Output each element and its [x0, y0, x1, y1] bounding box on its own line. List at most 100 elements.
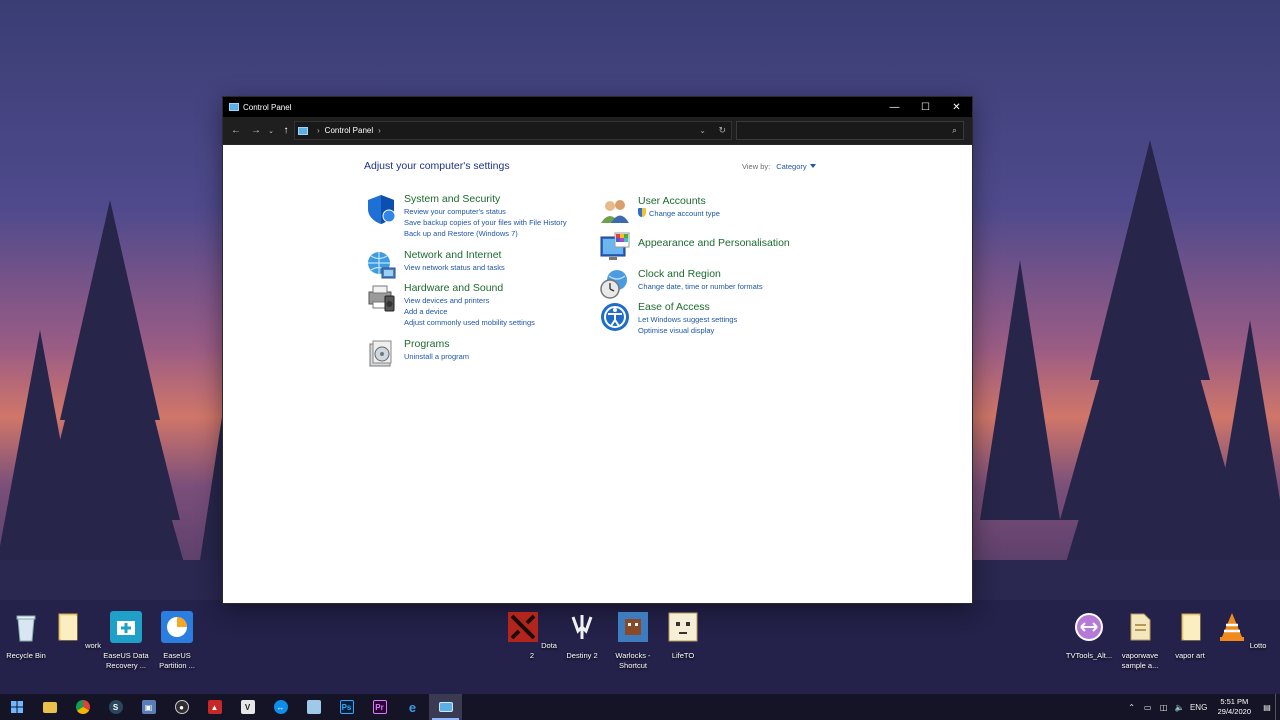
taskbar-edge[interactable]: e — [396, 694, 429, 720]
battery-icon[interactable]: ▭ — [1140, 703, 1156, 712]
easeus-recovery-icon — [110, 611, 142, 643]
link-uninstall-program[interactable]: Uninstall a program — [404, 351, 469, 362]
windows-logo-icon — [10, 701, 23, 713]
link-file-history[interactable]: Save backup copies of your files with Fi… — [404, 217, 567, 228]
desktop-icon-vapor-art[interactable]: vapor art — [1164, 611, 1216, 661]
search-input[interactable] — [737, 122, 937, 139]
desktop-icon-tvtools[interactable]: TVTools_Alt... — [1063, 611, 1115, 661]
caret-down-icon[interactable] — [809, 164, 816, 168]
desktop-icon-work[interactable]: work — [50, 611, 102, 651]
taskbar-photoshop[interactable]: Ps — [330, 694, 363, 720]
taskbar-premiere[interactable]: Pr — [363, 694, 396, 720]
desktop-icon-label: EaseUS Data Recovery ... — [103, 651, 149, 670]
desktop-icon-label: Dota 2 — [529, 641, 557, 660]
chevron-right-icon[interactable]: › — [317, 126, 320, 135]
language-indicator[interactable]: ENG — [1188, 703, 1210, 712]
category-title[interactable]: Ease of Access — [638, 301, 737, 314]
link-devices-printers[interactable]: View devices and printers — [404, 295, 535, 306]
taskbar-vm-app[interactable]: V — [231, 694, 264, 720]
clock-time: 5:51 PM — [1220, 697, 1249, 706]
desktop-icon-label: Destiny 2 — [566, 651, 598, 660]
monitor-palette-icon[interactable] — [599, 231, 631, 263]
up-arrow-icon[interactable]: ↑ — [276, 121, 296, 141]
link-suggest-settings[interactable]: Let Windows suggest settings — [638, 314, 737, 325]
desktop-icon-dota2[interactable]: Dota 2 — [506, 611, 558, 661]
desktop-icon-lifeto[interactable]: LifeTO — [657, 611, 709, 661]
category-title[interactable]: Network and Internet — [404, 249, 505, 262]
desktop-icon-lotto[interactable]: Lotto — [1215, 611, 1267, 651]
category-title[interactable]: Programs — [404, 338, 469, 351]
taskbar-obs[interactable]: ● — [165, 694, 198, 720]
taskbar-notes-app[interactable] — [297, 694, 330, 720]
forward-arrow-icon[interactable]: → — [246, 121, 266, 141]
chevron-right-icon[interactable]: › — [378, 126, 381, 135]
back-arrow-icon[interactable]: ← — [226, 121, 246, 141]
link-network-status[interactable]: View network status and tasks — [404, 262, 505, 273]
taskbar-steam[interactable]: S — [99, 694, 132, 720]
breadcrumb[interactable]: › Control Panel › ⌄ ↻ — [294, 121, 732, 140]
category-title[interactable]: Clock and Region — [638, 268, 763, 281]
desktop-icon-easeus-partition[interactable]: EaseUS Partition ... — [151, 611, 203, 671]
desktop-icon-vaporwave-sample[interactable]: vaporwave sample a... — [1114, 611, 1166, 671]
tvtools-icon — [1075, 613, 1103, 641]
maximize-button[interactable]: ☐ — [910, 97, 941, 117]
start-button[interactable] — [0, 694, 33, 720]
clock[interactable]: 5:51 PM 29/4/2020 — [1218, 697, 1251, 717]
folder-icon — [1181, 613, 1201, 641]
virtualbox-icon: ▣ — [141, 700, 156, 714]
taskbar-virtualbox[interactable]: ▣ — [132, 694, 165, 720]
category-title[interactable]: System and Security — [404, 193, 567, 206]
link-change-account-type[interactable]: Change account type — [638, 208, 720, 219]
network-icon[interactable]: ◫ — [1156, 703, 1172, 712]
recent-locations-chevron-icon[interactable]: ⌄ — [266, 121, 276, 141]
close-button[interactable]: ✕ — [941, 97, 972, 117]
desktop-icon-warlocks[interactable]: Warlocks - Shortcut — [607, 611, 659, 671]
shield-icon[interactable] — [365, 193, 397, 225]
minimize-button[interactable]: — — [879, 97, 910, 117]
view-by-dropdown[interactable]: Category — [776, 162, 806, 171]
desktop-icon-easeus-data-recovery[interactable]: EaseUS Data Recovery ... — [100, 611, 152, 671]
taskbar-chrome[interactable] — [66, 694, 99, 720]
link-review-status[interactable]: Review your computer's status — [404, 206, 567, 217]
category-title[interactable]: User Accounts — [638, 195, 720, 208]
taskbar-file-explorer[interactable] — [33, 694, 66, 720]
system-tray: ⌃ ▭ ◫ 🔈 ENG 5:51 PM 29/4/2020 ▤ — [1124, 694, 1280, 720]
search-box[interactable]: ⌕ — [736, 121, 964, 140]
recycle-bin-icon — [16, 615, 36, 642]
control-panel-window: Control Panel — ☐ ✕ ← → ⌄ ↑ › Control Pa… — [223, 97, 972, 603]
printer-speaker-icon[interactable] — [365, 282, 397, 314]
ease-of-access-icon[interactable] — [599, 301, 631, 333]
link-backup-restore[interactable]: Back up and Restore (Windows 7) — [404, 228, 567, 239]
desktop-icon-destiny2[interactable]: Destiny 2 — [556, 611, 608, 661]
chevron-up-icon[interactable]: ⌃ — [1124, 703, 1140, 712]
programs-disc-icon[interactable] — [365, 338, 397, 370]
link-add-device[interactable]: Add a device — [404, 306, 535, 317]
desktop-icon-label: work — [85, 641, 101, 650]
notification-icon[interactable]: ▤ — [1259, 703, 1275, 712]
chevron-down-icon[interactable]: ⌄ — [699, 126, 706, 135]
link-date-time-formats[interactable]: Change date, time or number formats — [638, 281, 763, 292]
link-optimise-visual[interactable]: Optimise visual display — [638, 325, 737, 336]
taskbar-red-app[interactable]: ▲ — [198, 694, 231, 720]
category-title[interactable]: Hardware and Sound — [404, 282, 535, 295]
link-mobility-settings[interactable]: Adjust commonly used mobility settings — [404, 317, 535, 328]
category-title[interactable]: Appearance and Personalisation — [638, 237, 790, 250]
desktop-icon-label: vapor art — [1175, 651, 1205, 660]
desktop-icon-label: LifeTO — [671, 651, 695, 660]
network-globe-icon[interactable] — [365, 249, 397, 281]
red-app-icon: ▲ — [207, 700, 222, 714]
show-desktop-button[interactable] — [1275, 694, 1280, 720]
taskbar-control-panel[interactable] — [429, 694, 462, 720]
title-bar[interactable]: Control Panel — ☐ ✕ — [223, 97, 972, 117]
address-bar: ← → ⌄ ↑ › Control Panel › ⌄ ↻ ⌕ — [223, 117, 972, 145]
users-icon[interactable] — [599, 195, 631, 227]
refresh-icon[interactable]: ↻ — [718, 125, 726, 136]
volume-icon[interactable]: 🔈 — [1172, 703, 1188, 712]
clock-globe-icon[interactable] — [599, 268, 631, 300]
control-panel-icon — [438, 702, 453, 712]
breadcrumb-control-panel[interactable]: Control Panel — [325, 126, 373, 135]
window-title: Control Panel — [243, 102, 292, 112]
taskbar-teamviewer[interactable]: ↔ — [264, 694, 297, 720]
file-icon — [1130, 613, 1151, 641]
desktop-icon-recycle-bin[interactable]: Recycle Bin — [0, 611, 52, 661]
